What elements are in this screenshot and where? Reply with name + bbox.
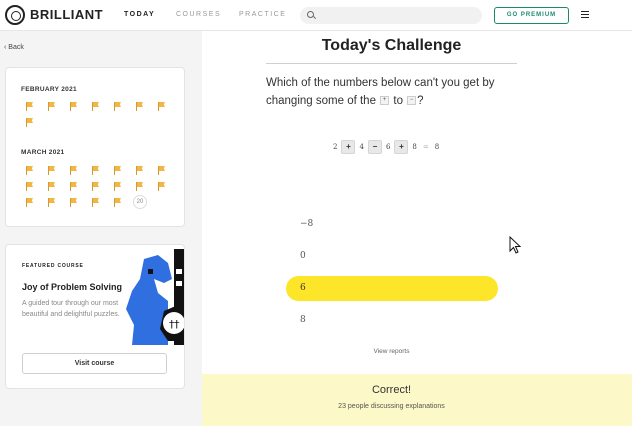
flag-icon[interactable] [48, 102, 55, 111]
back-label: Back [8, 44, 24, 51]
go-premium-button[interactable]: GO PREMIUM [494, 7, 569, 24]
left-sidebar: ‹ Back FEBRUARY 2021 MARCH 2021 20 FEATU… [0, 31, 202, 426]
nav-today[interactable]: TODAY [124, 11, 155, 18]
nav-practice[interactable]: PRACTICE [239, 11, 286, 18]
flag-icon[interactable] [26, 198, 33, 207]
flag-icon[interactable] [70, 198, 77, 207]
expr-result: 8 [434, 143, 440, 151]
flag-icon[interactable] [92, 198, 99, 207]
minus-symbol-box: − [407, 96, 417, 106]
nav-courses[interactable]: COURSES [176, 11, 221, 18]
knight-chess-illustration-icon: † † [126, 249, 184, 345]
course-title: Joy of Problem Solving [22, 282, 123, 292]
visit-course-button[interactable]: Visit course [22, 353, 167, 374]
flag-icon[interactable] [70, 102, 77, 111]
brilliant-logo-icon[interactable] [5, 5, 25, 25]
flag-icon[interactable] [26, 182, 33, 191]
question-text: Which of the numbers below can't you get… [266, 74, 536, 110]
flag-icon[interactable] [26, 166, 33, 175]
flag-icon[interactable] [114, 166, 121, 175]
expression: 2 + 4 − 6 + 8 = 8 [329, 139, 443, 155]
answer-option-3-selected[interactable]: 6 [286, 276, 498, 301]
featured-course-card: FEATURED COURSE Joy of Problem Solving A… [5, 244, 185, 389]
expr-number-2: 4 [359, 143, 364, 151]
search-icon [307, 11, 314, 18]
expr-number-3: 6 [385, 143, 391, 151]
featured-course-label: FEATURED COURSE [22, 263, 84, 269]
search-input[interactable] [318, 8, 478, 23]
flag-icon[interactable] [114, 182, 121, 191]
flag-icon[interactable] [114, 102, 121, 111]
flag-icon[interactable] [136, 102, 143, 111]
back-link[interactable]: ‹ Back [4, 44, 24, 51]
flag-icon[interactable] [158, 182, 165, 191]
flag-icon[interactable] [48, 198, 55, 207]
calendar-card: FEBRUARY 2021 MARCH 2021 20 [5, 67, 185, 227]
expr-number-4: 8 [412, 143, 417, 151]
plus-symbol-box: + [380, 96, 390, 106]
flag-icon[interactable] [48, 182, 55, 191]
current-day-march[interactable]: 20 [133, 195, 147, 209]
top-bar: BRILLIANT TODAY COURSES PRACTICE GO PREM… [0, 0, 632, 31]
search-box[interactable] [300, 7, 482, 24]
flag-icon[interactable] [70, 166, 77, 175]
brand-name[interactable]: BRILLIANT [30, 7, 103, 22]
question-end: ? [417, 95, 424, 107]
result-banner: Correct! 23 people discussing explanatio… [202, 374, 632, 426]
flag-icon[interactable] [114, 198, 121, 207]
flag-icon[interactable] [158, 166, 165, 175]
answer-option-1[interactable]: −8 [286, 212, 498, 237]
expr-number-1: 2 [333, 143, 338, 151]
expr-operator-1[interactable]: + [341, 140, 356, 154]
discussion-link[interactable]: 23 people discussing explanations [202, 403, 581, 410]
flag-icon[interactable] [136, 182, 143, 191]
month-label-february: FEBRUARY 2021 [21, 86, 77, 93]
question-mid: to [393, 95, 403, 107]
page-title: Today's Challenge [321, 37, 462, 54]
flag-icon[interactable] [92, 166, 99, 175]
flag-icon[interactable] [158, 102, 165, 111]
title-divider [266, 63, 517, 64]
mouse-cursor-icon [509, 236, 521, 254]
flag-icon[interactable] [48, 166, 55, 175]
flag-icon[interactable] [26, 102, 33, 111]
expr-operator-2[interactable]: − [367, 140, 382, 154]
view-reports-link[interactable]: View reports [202, 348, 581, 355]
month-label-march: MARCH 2021 [21, 149, 65, 156]
course-description: A guided tour through our most beautiful… [22, 300, 120, 318]
flag-icon[interactable] [92, 102, 99, 111]
expr-equals: = [422, 143, 429, 151]
flag-icon[interactable] [70, 182, 77, 191]
flag-icon[interactable] [136, 166, 143, 175]
hamburger-menu-icon[interactable] [581, 11, 589, 18]
main-content: Today's Challenge Which of the numbers b… [202, 31, 632, 426]
flag-icon[interactable] [26, 118, 33, 127]
svg-text:†: † [174, 318, 180, 331]
expr-operator-3[interactable]: + [394, 140, 409, 154]
answer-option-4[interactable]: 8 [286, 308, 498, 333]
answer-option-2[interactable]: 0 [286, 244, 498, 269]
result-title: Correct! [371, 384, 412, 396]
flag-icon[interactable] [92, 182, 99, 191]
